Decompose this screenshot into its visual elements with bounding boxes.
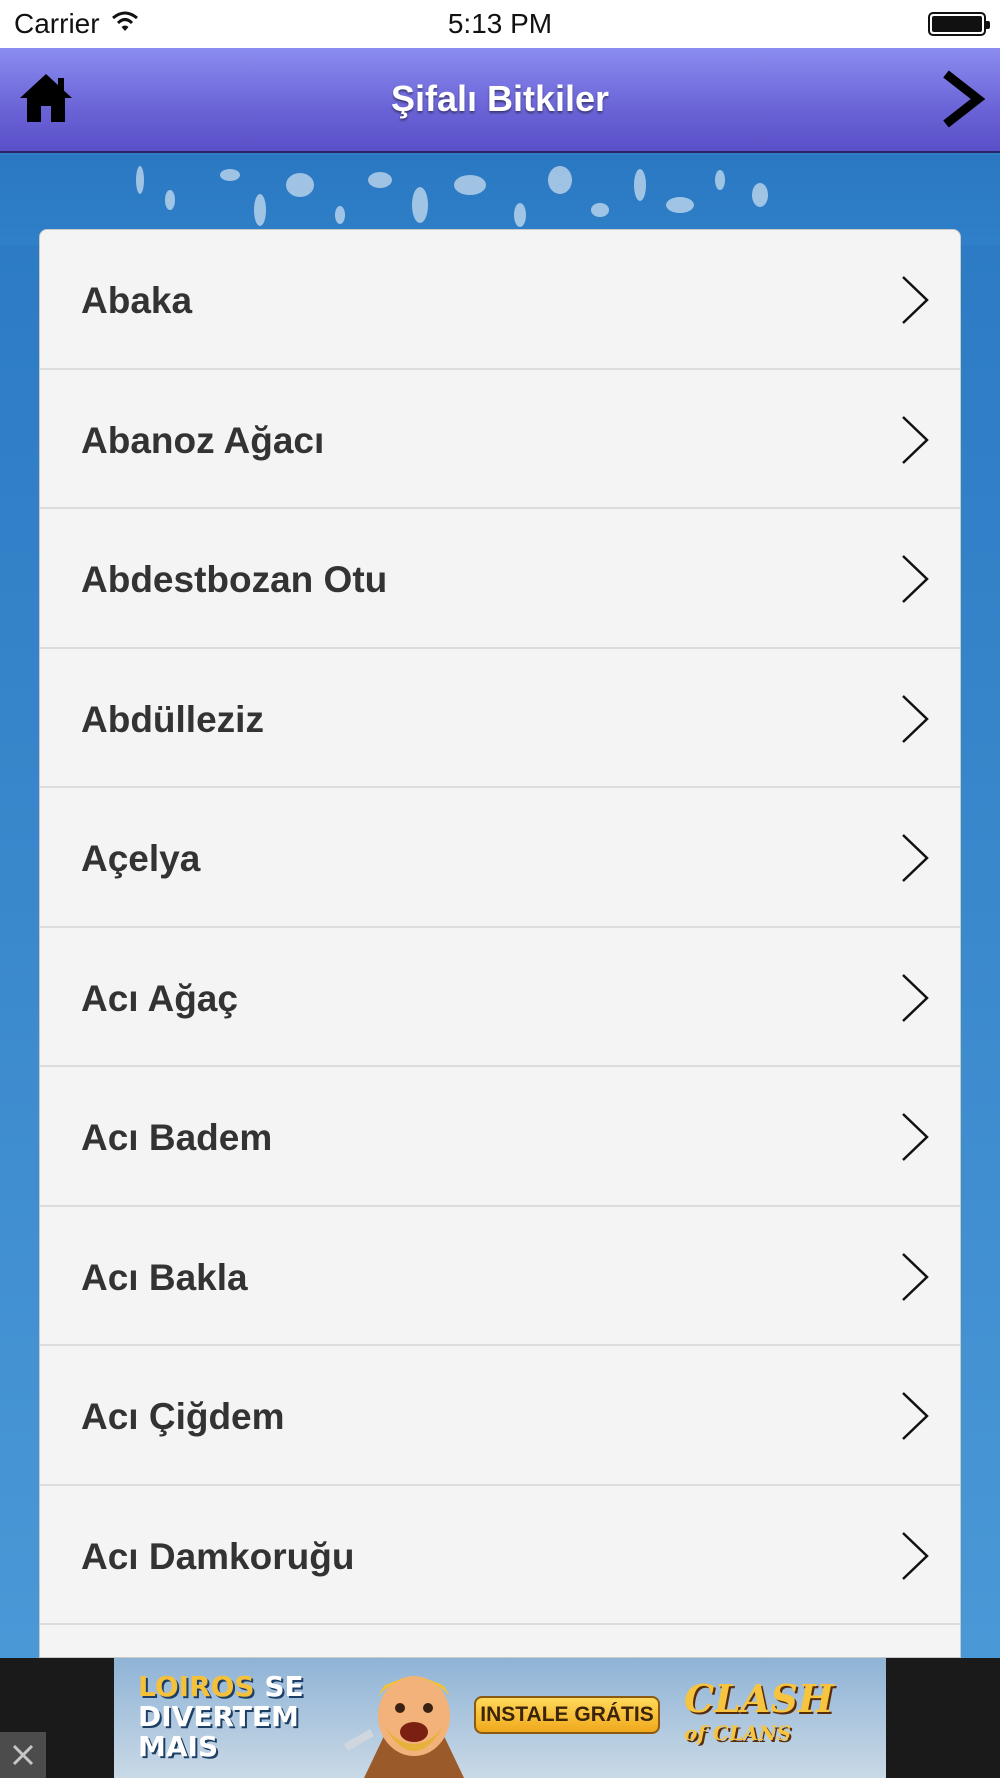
list-item[interactable]: Açelya — [40, 788, 960, 928]
chevron-right-icon — [902, 555, 929, 603]
list-item[interactable]: Acı Çiğdem — [40, 1346, 960, 1486]
list-item-label: Acı Bakla — [81, 1256, 248, 1298]
list-item[interactable]: Acı Damkoruğu — [40, 1486, 960, 1625]
list-item-label: Abdülleziz — [81, 698, 264, 740]
plant-list: Abaka Abanoz Ağacı Abdestbozan Otu Abdül… — [39, 229, 961, 1658]
chevron-right-icon — [902, 1113, 929, 1161]
list-item-label: Abaka — [81, 280, 193, 321]
chevron-right-icon — [902, 834, 929, 882]
list-item-label: Abanoz Ağacı — [81, 419, 325, 461]
ad-install-button[interactable]: INSTALE GRÁTIS — [474, 1696, 660, 1734]
list-item[interactable] — [40, 1625, 960, 1657]
chevron-right-icon — [902, 1531, 929, 1580]
page-title: Şifalı Bitkiler — [390, 78, 610, 119]
nav-bar: Şifalı Bitkiler — [0, 48, 1000, 153]
list-item-label: Acı Damkoruğu — [81, 1535, 355, 1577]
list-item[interactable]: Acı Bakla — [40, 1207, 960, 1346]
list-item-label: Abdestbozan Otu — [81, 559, 388, 600]
ad-brand-logo: CLASH of CLANS — [684, 1676, 864, 1762]
chevron-right-icon — [902, 694, 929, 743]
list-item[interactable]: Abdestbozan Otu — [40, 509, 960, 649]
list-item-label: Acı Çiğdem — [81, 1396, 285, 1437]
battery-icon — [928, 12, 990, 36]
chevron-right-icon — [902, 1392, 929, 1440]
list-item-label: Acı Badem — [81, 1117, 273, 1158]
list-item[interactable]: Abdülleziz — [40, 649, 960, 788]
status-bar: Carrier 5:13 PM — [0, 0, 1000, 48]
ad-brand-line1: CLASH — [684, 1676, 834, 1721]
status-time: 5:13 PM — [447, 8, 553, 39]
chevron-right-icon — [902, 1252, 929, 1301]
ad-brand-line2: of CLANS — [684, 1721, 792, 1745]
ad-slogan-highlight: LOIROS — [138, 1670, 255, 1703]
chevron-right-icon — [902, 973, 929, 1022]
ad-area: LOIROS SE DIVERTEM MAIS INSTALE GRÁTIS C… — [0, 1658, 1000, 1778]
list-item[interactable]: Acı Badem — [40, 1067, 960, 1207]
chevron-right-icon — [902, 276, 929, 324]
list-item[interactable]: Acı Ağaç — [40, 928, 960, 1067]
forward-button[interactable] — [938, 70, 986, 128]
list-item-label: Açelya — [81, 838, 201, 879]
list-item[interactable]: Abanoz Ağacı — [40, 370, 960, 509]
chevron-right-icon — [943, 70, 986, 128]
list-item-label: Acı Ağaç — [81, 977, 238, 1019]
ad-close-button[interactable] — [0, 1732, 46, 1778]
chevron-right-icon — [902, 415, 929, 464]
barbarian-character-image — [344, 1676, 464, 1778]
close-icon — [12, 1744, 34, 1766]
ad-slogan: LOIROS SE DIVERTEM MAIS — [138, 1672, 328, 1762]
list-item[interactable]: Abaka — [40, 230, 960, 370]
ad-banner[interactable]: LOIROS SE DIVERTEM MAIS INSTALE GRÁTIS C… — [114, 1658, 886, 1778]
